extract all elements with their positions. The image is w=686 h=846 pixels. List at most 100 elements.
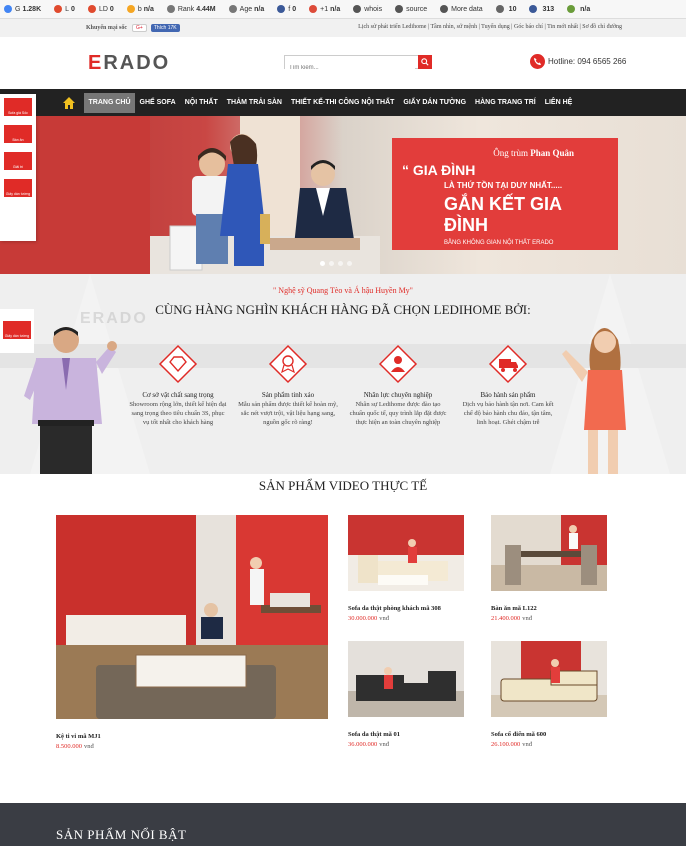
- metric-icon: [277, 5, 286, 13]
- hero-slider[interactable]: Ông trùm Phan Quân “ GIA ĐÌNH LÀ THỨ TỒN…: [0, 116, 686, 274]
- seo-metric[interactable]: b n/a: [126, 5, 154, 13]
- search-icon: [421, 58, 429, 66]
- phone-icon: [530, 54, 545, 69]
- video-section-title: SẢN PHẨM VIDEO THỰC TẾ: [258, 478, 428, 493]
- metric-icon: [495, 5, 504, 13]
- celebrity-man: [24, 327, 117, 474]
- quick-ban-an[interactable]: Bàn ăn: [4, 125, 32, 143]
- metric-icon: [395, 5, 404, 13]
- home-icon[interactable]: [62, 96, 76, 110]
- metric-icon: [309, 5, 318, 13]
- quick-giay-dan-tuong[interactable]: Giấy dán tường: [4, 179, 32, 197]
- promo-label[interactable]: Khuyến mại sốc: [86, 25, 127, 31]
- main-nav: TRANG CHỦ GHẾ SOFA NỘI THẤT THẢM TRẢI SÀ…: [0, 89, 686, 116]
- metric-icon: [228, 5, 237, 13]
- seo-metric[interactable]: +1 n/a: [309, 5, 340, 13]
- product-image: [348, 641, 464, 717]
- slider-dot[interactable]: [338, 261, 343, 266]
- nav-item-lien-he[interactable]: LIÊN HỆ: [540, 93, 577, 113]
- metric-icon: [567, 5, 576, 13]
- celebrity-woman: [562, 328, 626, 474]
- metric-icon: [126, 5, 135, 13]
- left-quick-menu: Sofa giá Sốc Bàn ăn Giải trí Giấy dán tư…: [0, 94, 36, 241]
- metric-icon: [166, 5, 175, 13]
- erado-logo[interactable]: ERADO: [88, 52, 170, 75]
- product-image: [56, 515, 328, 719]
- metric-icon: [353, 5, 362, 13]
- feature-facility: Cơ sở vật chất sang trọng Showroom rộng …: [128, 344, 228, 427]
- partners-section: " Nghệ sỹ Quang Tèo và Á hậu Huyền My" C…: [0, 274, 686, 474]
- hero-banner[interactable]: Ông trùm Phan Quân “ GIA ĐÌNH LÀ THỨ TỒN…: [392, 138, 618, 250]
- nav-item-ghe-sofa[interactable]: GHẾ SOFA: [135, 93, 180, 113]
- featured-title: SẢN PHẨM NỔI BẬT: [56, 827, 187, 842]
- slider-dot[interactable]: [320, 261, 325, 266]
- nav-item-noi-that[interactable]: NỘI THẤT: [180, 93, 222, 113]
- seo-metric[interactable]: Rank 4.44M: [166, 5, 216, 13]
- hero-line-4: BẰNG KHÔNG GIAN NỘI THẤT ERADO: [444, 240, 554, 246]
- feature-warranty: Bảo hành sản phẩm Dịch vụ bảo hành tận n…: [458, 344, 558, 427]
- hotline-text: Hotline: 094 6565 266: [548, 57, 627, 66]
- google-plus-button[interactable]: G+: [132, 24, 147, 32]
- seo-metric[interactable]: LD 0: [87, 5, 114, 13]
- product-name[interactable]: Kệ ti vi mã MJ1: [56, 733, 328, 740]
- hotline[interactable]: Hotline: 094 6565 266: [530, 54, 626, 69]
- product-price: 21.400.000 vnđ: [491, 615, 532, 622]
- family-photo: [150, 134, 380, 274]
- hero-line-2: LÀ THỨ TỒN TẠI DUY NHẤT.....: [444, 181, 563, 190]
- product-name[interactable]: Sofa cổ điển mã 600: [491, 731, 607, 738]
- facebook-like-button[interactable]: Thích 17K: [150, 24, 180, 32]
- product-image: [491, 515, 607, 591]
- hero-tagline: Ông trùm Phan Quân: [493, 148, 574, 158]
- featured-section: SẢN PHẨM NỔI BẬT: [0, 803, 686, 846]
- product-card[interactable]: Bàn ăn mã L122 21.400.000 vnđ: [491, 515, 607, 622]
- metric-icon: [87, 5, 96, 13]
- product-name[interactable]: Sofa da thật phòng khách mã 308: [348, 605, 464, 612]
- product-image: [491, 641, 607, 717]
- product-name[interactable]: Sofa da thật mã 01: [348, 731, 464, 738]
- product-name[interactable]: Bàn ăn mã L122: [491, 605, 607, 612]
- slider-dot[interactable]: [347, 261, 352, 266]
- top-links[interactable]: Lịch sử phát triển Ledihome | Tầm nhìn, …: [358, 24, 622, 30]
- seo-metric[interactable]: n/a: [567, 5, 590, 13]
- search-input[interactable]: [285, 62, 415, 74]
- metric-icon: [440, 5, 449, 13]
- seo-toolbar: G 1.28K L 0 LD 0 b n/a Rank 4.44M Age n/a f 0 +1 n/a who…: [0, 0, 686, 19]
- search-box: [284, 55, 432, 74]
- seo-metric[interactable]: 313: [529, 5, 554, 13]
- nav-item-trang-chu[interactable]: TRANG CHỦ: [84, 92, 135, 113]
- celebrity-quote: " Nghệ sỹ Quang Tèo và Á hậu Huyền My": [273, 286, 413, 295]
- search-button[interactable]: [418, 55, 432, 69]
- metric-icon: [4, 5, 12, 13]
- seo-metric[interactable]: 10: [495, 5, 516, 13]
- seo-metric[interactable]: Age n/a: [228, 5, 264, 13]
- product-card[interactable]: Sofa da thật phòng khách mã 308 30.000.0…: [348, 515, 464, 622]
- product-price: 26.100.000 vnđ: [491, 741, 532, 748]
- quick-sofa[interactable]: Sofa giá Sốc: [4, 98, 32, 116]
- diamond-icon: [158, 344, 198, 384]
- slider-dot[interactable]: [329, 261, 334, 266]
- hero-line-1: “ GIA ĐÌNH: [402, 162, 476, 178]
- product-card-big[interactable]: Kệ ti vi mã MJ1 8.500.000 vnđ: [56, 515, 328, 750]
- nav-item-hang-trang-tri[interactable]: HÀNG TRANG TRÍ: [471, 93, 541, 113]
- top-strip: Khuyến mại sốc G+ Thích 17K Lịch sử phát…: [0, 19, 686, 37]
- feature-product: Sản phẩm tinh xảo Mẫu sản phẩm được thiế…: [238, 344, 338, 427]
- metric-icon: [529, 5, 538, 13]
- seo-metric[interactable]: More data: [440, 5, 483, 13]
- hero-line-3: GẮN KẾT GIA ĐÌNH: [444, 194, 562, 235]
- seo-metric[interactable]: G 1.28K: [4, 5, 41, 13]
- nav-item-thiet-ke[interactable]: THIẾT KẾ-THI CÔNG NỘI THẤT: [286, 93, 398, 113]
- seo-metric[interactable]: source: [395, 5, 427, 13]
- truck-icon: [488, 344, 528, 384]
- product-price: 36.000.000 vnđ: [348, 741, 389, 748]
- slider-dots: [318, 261, 354, 266]
- quick-giai-tri[interactable]: Giải trí: [4, 152, 32, 170]
- nav-item-giay-dan-tuong[interactable]: GIẤY DÁN TƯỜNG: [399, 93, 471, 113]
- product-card[interactable]: Sofa da thật mã 01 36.000.000 vnđ: [348, 641, 464, 748]
- nav-item-tham-trai-san[interactable]: THẢM TRẢI SÀN: [222, 93, 286, 113]
- seo-metric[interactable]: whois: [353, 5, 382, 13]
- seo-metric[interactable]: L0: [54, 5, 75, 13]
- product-card[interactable]: Sofa cổ điển mã 600 26.100.000 vnđ: [491, 641, 607, 748]
- metric-icon: [54, 5, 63, 13]
- seo-metric[interactable]: f0: [277, 5, 296, 13]
- video-products-section: SẢN PHẨM VIDEO THỰC TẾ Kệ ti vi mã MJ1 8…: [0, 474, 686, 804]
